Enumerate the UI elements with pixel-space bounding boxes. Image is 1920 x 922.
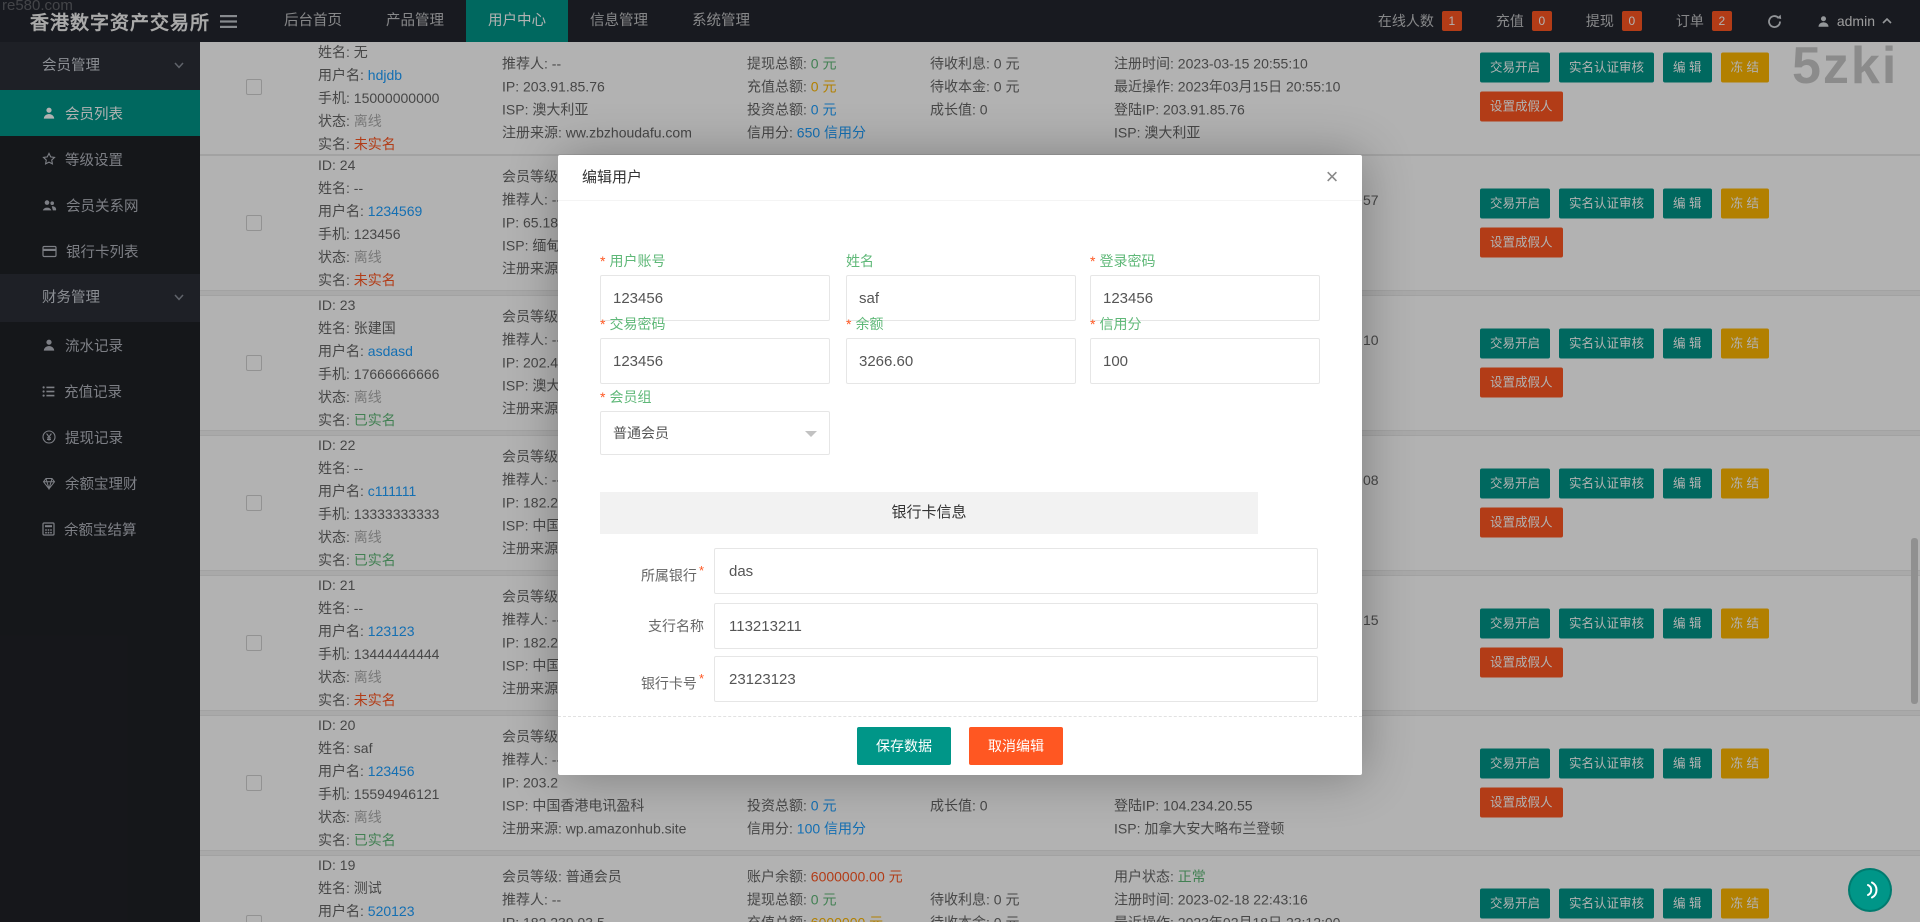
modal-buttons: 保存数据 取消编辑	[558, 727, 1362, 765]
close-icon[interactable]: ×	[1318, 163, 1346, 191]
bank-label-text: 银行卡号	[640, 675, 697, 692]
field-label: * 余额	[846, 314, 1076, 334]
fullname-label: 姓名	[846, 253, 874, 269]
field-label: * 登录密码	[1090, 251, 1320, 271]
balance-field: * 余额	[846, 314, 1076, 384]
trade-password-label: 交易密码	[609, 316, 666, 332]
member-group-select[interactable]: 普通会员	[600, 411, 830, 455]
bank-name-input[interactable]	[714, 548, 1318, 594]
divider	[558, 716, 1362, 717]
bank-label-text: 支行名称	[648, 618, 704, 634]
field-label: * 用户账号	[600, 251, 830, 271]
bank-label-text: 所属银行	[640, 567, 697, 584]
credit-score-input[interactable]	[1090, 338, 1320, 384]
balance-label: 余额	[855, 316, 884, 332]
cancel-button[interactable]: 取消编辑	[969, 727, 1063, 765]
required-star: *	[600, 389, 606, 405]
card-number-input[interactable]	[714, 656, 1318, 702]
bank-name-field: 所属银行 *	[558, 548, 1362, 594]
user-account-label: 用户账号	[609, 253, 666, 269]
required-star: *	[698, 563, 704, 578]
field-label: * 信用分	[1090, 314, 1320, 334]
card-number-label: 银行卡号 *	[558, 656, 704, 707]
required-star: *	[1090, 253, 1096, 269]
balance-input[interactable]	[846, 338, 1076, 384]
branch-name-label: 支行名称	[558, 603, 704, 649]
required-star: *	[846, 316, 852, 332]
modal-title: 编辑用户	[558, 155, 1362, 201]
required-star: *	[698, 671, 704, 686]
login-password-label: 登录密码	[1099, 253, 1156, 269]
card-number-field: 银行卡号 *	[558, 656, 1362, 702]
field-label: * 交易密码	[600, 314, 830, 334]
user-account-field: * 用户账号	[600, 251, 830, 321]
required-star: *	[600, 253, 606, 269]
bank-name-label: 所属银行 *	[558, 548, 704, 599]
fullname-field: 姓名	[846, 251, 1076, 321]
edit-user-modal: 编辑用户 × *用户账号姓名*登录密码*交易密码*余额*信用分 *会员组 普通会…	[558, 155, 1362, 775]
credit-score-label: 信用分	[1099, 316, 1142, 332]
app-root: re580.com 香港数字资产交易所 后台首页 产品管理 用户中心 信息管理 系统管理…	[0, 0, 1920, 922]
member-group-value: 普通会员	[613, 425, 669, 441]
login-password-field: * 登录密码	[1090, 251, 1320, 321]
field-label: 姓名	[846, 251, 1076, 271]
required-star: *	[1090, 316, 1096, 332]
service-icon	[1867, 881, 1878, 899]
trade-password-field: * 交易密码	[600, 314, 830, 384]
credit-score-field: * 信用分	[1090, 314, 1320, 384]
chevron-down-icon	[805, 431, 817, 443]
member-group-field: * 会员组	[600, 387, 830, 407]
required-star: *	[600, 316, 606, 332]
trade-password-input[interactable]	[600, 338, 830, 384]
save-button[interactable]: 保存数据	[857, 727, 951, 765]
branch-name-input[interactable]	[714, 603, 1318, 649]
branch-name-field: 支行名称	[558, 603, 1362, 649]
customer-service-float-button[interactable]	[1848, 868, 1892, 912]
member-group-label: 会员组	[609, 389, 652, 405]
bank-section-header: 银行卡信息	[600, 492, 1258, 534]
